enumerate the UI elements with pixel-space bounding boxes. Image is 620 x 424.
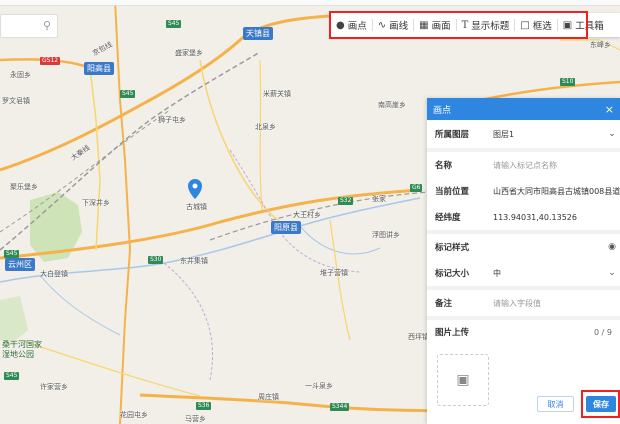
road-shield: S36	[196, 402, 212, 410]
note-input[interactable]: 请输入字段值	[493, 298, 620, 309]
close-icon[interactable]: ×	[605, 103, 614, 116]
place-label: 马营乡	[185, 415, 206, 423]
road-shield: S344	[330, 403, 350, 411]
toolbox-icon: ▣	[562, 19, 573, 31]
road-shield: S32	[338, 197, 354, 205]
coords-field: 经纬度 113.94031,40.13526	[427, 204, 620, 230]
style-field[interactable]: 标记样式 ◉	[427, 234, 620, 260]
place-label: 周庄镇	[258, 393, 279, 401]
place-label: 东峰乡	[590, 41, 611, 49]
coords-value: 113.94031,40.13526	[493, 212, 577, 222]
coords-label: 经纬度	[435, 213, 461, 223]
road-shield: G512	[40, 57, 61, 65]
tool-draw-line[interactable]: ∿ 画线	[373, 13, 413, 37]
place-label: 堆子营镇	[320, 269, 348, 277]
layer-select[interactable]: 图层1	[493, 129, 604, 140]
tool-label: 显示标题	[471, 21, 510, 32]
place-label: 聚乐堡乡	[10, 183, 38, 191]
place-label: 许家营乡	[40, 383, 68, 391]
place-label: 大白登镇	[40, 270, 68, 278]
cancel-button[interactable]: 取消	[537, 396, 574, 412]
tool-label: 画面	[431, 21, 451, 32]
panel-header: 画点 ×	[427, 98, 620, 120]
polyline-icon: ∿	[377, 19, 387, 31]
name-label: 名称	[435, 161, 453, 171]
browser-bookmark-strip	[0, 0, 620, 6]
place-label: 狮子屯乡	[158, 116, 186, 124]
tool-toolbox[interactable]: ▣ 工具箱	[558, 13, 609, 37]
name-field: 名称 请输入标记点名称	[427, 152, 620, 178]
place-label: 罗文皂镇	[2, 97, 30, 105]
upload-count: 0 / 9	[594, 327, 612, 337]
size-field[interactable]: 标记大小 中 ⌄	[427, 260, 620, 286]
place-label: 永固乡	[10, 71, 31, 79]
draw-toolbar: ● 画点 ∿ 画线 ▦ 画面 T 显示标题 □ 框选 ▣ 工具箱	[331, 13, 620, 37]
layer-label: 所属图层	[435, 130, 470, 140]
tool-draw-point[interactable]: ● 画点	[331, 13, 372, 37]
name-input[interactable]: 请输入标记点名称	[493, 160, 620, 171]
county-label-yangyuan: 阳原县	[271, 221, 301, 234]
place-label: 盛家堡乡	[175, 49, 203, 57]
tool-label: 框选	[532, 21, 552, 32]
chevron-down-icon[interactable]: ⌄	[604, 268, 620, 278]
tool-box-select[interactable]: □ 框选	[515, 13, 556, 37]
county-label-yanggao: 阳高县	[84, 62, 114, 75]
marker-style-icon[interactable]: ◉	[604, 242, 620, 252]
road-shield: S45	[120, 90, 136, 98]
place-label: 大王村乡	[293, 211, 321, 219]
tool-label: 画点	[347, 21, 367, 32]
chevron-down-icon[interactable]: ⌄	[604, 129, 620, 139]
place-label: 西坪镇	[408, 333, 429, 341]
place-label: 北泉乡	[255, 123, 276, 131]
text-icon: T	[461, 19, 469, 31]
size-select[interactable]: 中	[493, 268, 604, 279]
place-label: 下深井乡	[82, 199, 110, 207]
note-label: 备注	[435, 299, 453, 309]
place-label: 一斗泉乡	[305, 382, 333, 390]
layer-field[interactable]: 所属图层 图层1 ⌄	[427, 120, 620, 148]
tool-label: 工具箱	[575, 21, 604, 32]
location-field: 当前位置 山西省大同市阳高县古城镇008县道	[427, 178, 620, 204]
place-label: 花园屯乡	[120, 411, 148, 419]
save-button[interactable]: 保存	[586, 396, 616, 412]
road-shield: S10	[560, 78, 576, 86]
search-icon[interactable]: ⚲	[43, 19, 51, 32]
park-label: 桑干河国家湿地公园	[2, 340, 42, 359]
place-label: 浮图讲乡	[372, 231, 400, 239]
note-field: 备注 请输入字段值	[427, 290, 620, 316]
panel-title: 画点	[433, 105, 452, 116]
upload-label: 图片上传	[435, 328, 470, 338]
tool-label: 画线	[389, 21, 409, 32]
style-label: 标记样式	[435, 243, 470, 253]
place-label: 张家	[372, 195, 386, 203]
county-label-yunzhou: 云州区	[5, 258, 35, 271]
place-label: 古城镇	[186, 203, 207, 211]
location-label: 当前位置	[435, 187, 470, 197]
image-upload-button[interactable]: ▣	[437, 354, 489, 406]
place-label: 南高崖乡	[378, 101, 406, 109]
upload-header: 图片上传 0 / 9	[427, 320, 620, 344]
road-shield: S45	[166, 20, 182, 28]
location-value: 山西省大同市阳高县古城镇008县道	[493, 186, 620, 196]
place-label: 东井集镇	[180, 257, 208, 265]
camera-icon: ▣	[456, 372, 470, 388]
road-shield: S45	[4, 250, 20, 258]
tool-draw-polygon[interactable]: ▦ 画面	[414, 13, 455, 37]
size-label: 标记大小	[435, 269, 470, 279]
county-label-tianzhen: 天镇县	[243, 27, 273, 40]
road-shield: G6	[410, 184, 423, 192]
draw-point-panel: 画点 × 所属图层 图层1 ⌄ 名称 请输入标记点名称 当前位置 山西省大同市阳…	[427, 98, 620, 424]
tool-show-title[interactable]: T 显示标题	[457, 13, 515, 37]
polygon-icon: ▦	[419, 19, 429, 31]
pin-icon: ●	[336, 19, 345, 31]
select-icon: □	[520, 19, 530, 31]
road-shield: S45	[4, 372, 20, 380]
road-shield: S30	[148, 256, 164, 264]
place-label: 米薪关镇	[263, 90, 291, 98]
map-search-input[interactable]: ⚲	[0, 14, 58, 38]
